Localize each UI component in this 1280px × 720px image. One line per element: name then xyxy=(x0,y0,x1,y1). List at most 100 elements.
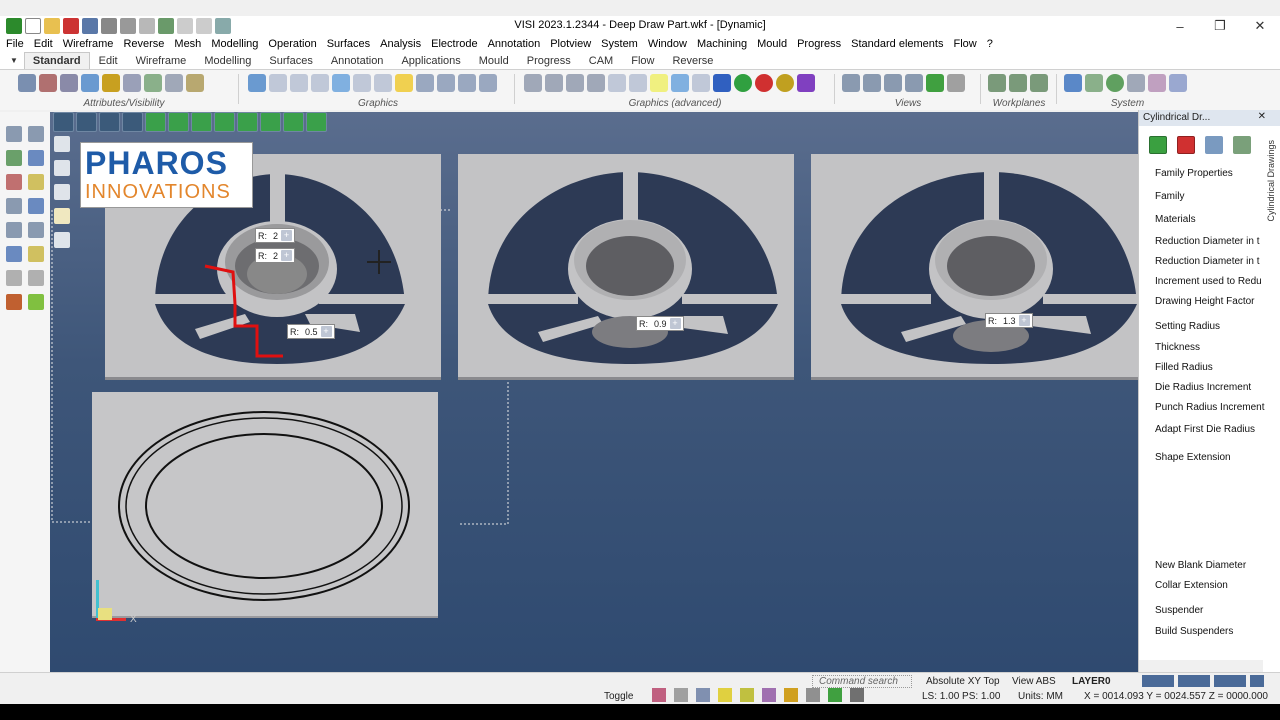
param-punch-radius-increment[interactable]: Punch Radius Increment xyxy=(1155,402,1265,413)
param-thickness[interactable]: Thickness xyxy=(1155,342,1265,353)
drawing-stage-3[interactable]: R: 1.3 + xyxy=(811,154,1138,380)
view-front-icon[interactable] xyxy=(842,74,860,92)
view-d-icon[interactable] xyxy=(587,74,605,92)
tool-k-icon[interactable] xyxy=(28,246,44,262)
command-search-input[interactable]: Command search xyxy=(812,675,912,688)
rotate-view-icon[interactable] xyxy=(926,74,944,92)
tool-l-icon[interactable] xyxy=(6,270,22,286)
param-new-blank-diameter[interactable]: New Blank Diameter xyxy=(1155,560,1265,571)
hidden-line-icon[interactable] xyxy=(374,74,392,92)
menu-standard-elements[interactable]: Standard elements xyxy=(851,38,943,50)
tool-n-icon[interactable] xyxy=(6,294,22,310)
status-block-d[interactable] xyxy=(1250,675,1264,687)
menu-analysis[interactable]: Analysis xyxy=(380,38,421,50)
tool-settings-icon[interactable] xyxy=(1205,136,1223,154)
radius-dimension[interactable]: R: 0.9 + xyxy=(636,316,684,331)
tab-dropdown-icon[interactable]: ▼ xyxy=(10,56,18,65)
tool-g-icon[interactable] xyxy=(6,198,22,214)
plus-icon[interactable]: + xyxy=(320,326,332,337)
system-c-icon[interactable] xyxy=(1106,74,1124,92)
cylinder-4-icon[interactable] xyxy=(629,74,647,92)
attributes-icon[interactable] xyxy=(18,74,36,92)
param-adapt-first-die-radius[interactable]: Adapt First Die Radius xyxy=(1155,424,1265,435)
panel-horizontal-scrollbar[interactable] xyxy=(1139,660,1263,672)
tool-o-icon[interactable] xyxy=(28,294,44,310)
param-shape-extension[interactable]: Shape Extension xyxy=(1155,452,1265,463)
tool-f-icon[interactable] xyxy=(28,174,44,190)
radius-dimension[interactable]: R: 2 + xyxy=(255,228,296,243)
highlight-icon[interactable] xyxy=(395,74,413,92)
cancel-icon[interactable] xyxy=(1177,136,1195,154)
system-f-icon[interactable] xyxy=(1169,74,1187,92)
tab-mould[interactable]: Mould xyxy=(470,52,518,69)
menu-system[interactable]: System xyxy=(601,38,638,50)
menu-progress[interactable]: Progress xyxy=(797,38,841,50)
status-block-a[interactable] xyxy=(1142,675,1174,687)
radius-dimension[interactable]: R: 2 + xyxy=(255,248,296,263)
layer-label[interactable]: LAYER0 xyxy=(1072,676,1111,687)
plus-icon[interactable]: + xyxy=(281,250,293,261)
cube-blue-icon[interactable] xyxy=(713,74,731,92)
param-drawing-height-factor[interactable]: Drawing Height Factor xyxy=(1155,296,1265,307)
tab-progress[interactable]: Progress xyxy=(518,52,580,69)
select-icon[interactable] xyxy=(650,74,668,92)
menu-reverse[interactable]: Reverse xyxy=(123,38,164,50)
wire-icon[interactable] xyxy=(353,74,371,92)
visibility-icon[interactable] xyxy=(60,74,78,92)
menu-wireframe[interactable]: Wireframe xyxy=(63,38,114,50)
tool-e-icon[interactable] xyxy=(6,174,22,190)
blank-plate[interactable] xyxy=(92,392,438,618)
cylinder-3-icon[interactable] xyxy=(608,74,626,92)
filter-icon[interactable] xyxy=(186,74,204,92)
view-abs-label[interactable]: View ABS xyxy=(1012,676,1056,687)
param-family-properties[interactable]: Family Properties xyxy=(1155,168,1265,179)
menu-flow[interactable]: Flow xyxy=(953,38,976,50)
tab-modelling[interactable]: Modelling xyxy=(195,52,260,69)
status-g-icon[interactable] xyxy=(806,688,820,702)
sphere-red-icon[interactable] xyxy=(755,74,773,92)
workplane-b-icon[interactable] xyxy=(1009,74,1027,92)
toggle-button[interactable]: Toggle xyxy=(604,691,633,702)
menu-electrode[interactable]: Electrode xyxy=(431,38,477,50)
plus-icon[interactable]: + xyxy=(669,318,681,329)
status-d-icon[interactable] xyxy=(740,688,754,702)
status-b-icon[interactable] xyxy=(674,688,688,702)
status-a-icon[interactable] xyxy=(652,688,666,702)
view-mode-label[interactable]: Absolute XY Top xyxy=(926,676,1000,687)
tab-surfaces[interactable]: Surfaces xyxy=(260,52,321,69)
tab-annotation[interactable]: Annotation xyxy=(322,52,393,69)
plus-icon[interactable]: + xyxy=(1018,315,1030,326)
tab-applications[interactable]: Applications xyxy=(392,52,469,69)
clip-icon[interactable] xyxy=(458,74,476,92)
status-block-b[interactable] xyxy=(1178,675,1210,687)
color-icon[interactable] xyxy=(81,74,99,92)
glasses-icon[interactable] xyxy=(102,74,120,92)
tool-j-icon[interactable] xyxy=(28,222,44,238)
tab-standard[interactable]: Standard xyxy=(23,52,90,69)
drawing-stage-2[interactable]: R: 0.9 + xyxy=(458,154,794,380)
workplane-a-icon[interactable] xyxy=(988,74,1006,92)
sphere-green-icon[interactable] xyxy=(734,74,752,92)
camera-icon[interactable] xyxy=(947,74,965,92)
hide-icon[interactable] xyxy=(123,74,141,92)
tab-reverse[interactable]: Reverse xyxy=(663,52,722,69)
menu-modelling[interactable]: Modelling xyxy=(211,38,258,50)
tab-flow[interactable]: Flow xyxy=(622,52,663,69)
refresh-icon[interactable] xyxy=(248,74,266,92)
param-suspender[interactable]: Suspender xyxy=(1155,605,1265,616)
status-c-icon[interactable] xyxy=(696,688,710,702)
status-grid-icon[interactable] xyxy=(850,688,864,702)
system-e-icon[interactable] xyxy=(1148,74,1166,92)
minimize-button[interactable]: – xyxy=(1160,16,1200,36)
system-b-icon[interactable] xyxy=(1085,74,1103,92)
param-reduction-diameter-1[interactable]: Reduction Diameter in t xyxy=(1155,236,1265,247)
render-icon[interactable] xyxy=(437,74,455,92)
menu-mesh[interactable]: Mesh xyxy=(174,38,201,50)
restore-button[interactable]: ❐ xyxy=(1200,16,1240,36)
tool-config-icon[interactable] xyxy=(1233,136,1251,154)
close-button[interactable]: ✕ xyxy=(1240,16,1280,36)
workplane-c-icon[interactable] xyxy=(1030,74,1048,92)
param-materials[interactable]: Materials xyxy=(1155,214,1265,225)
param-family[interactable]: Family xyxy=(1155,191,1265,202)
radius-dimension[interactable]: R: 0.5 + xyxy=(287,324,335,339)
